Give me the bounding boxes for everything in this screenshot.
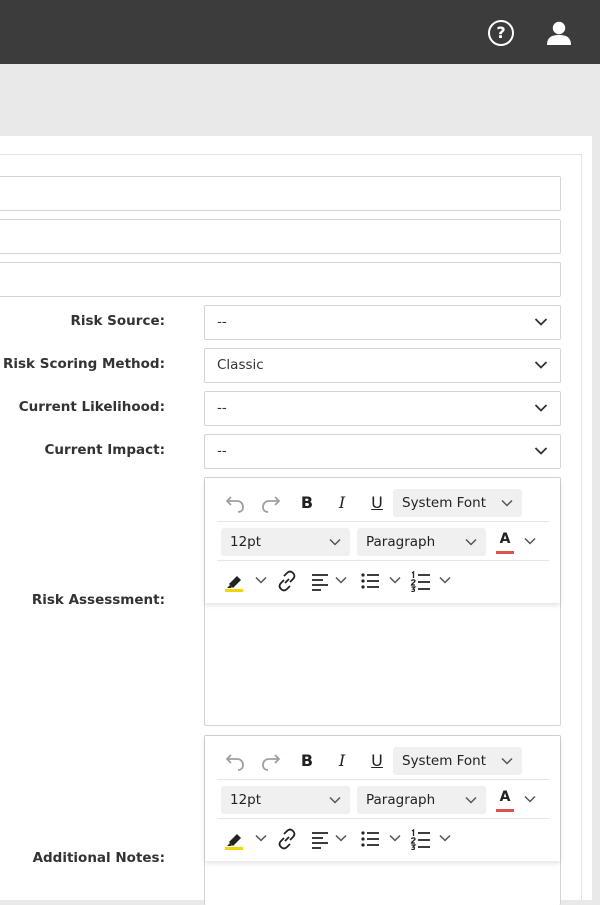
chevron-down-icon[interactable] [389, 576, 401, 584]
font-size-value: 12pt [230, 534, 262, 550]
italic-button[interactable]: I [332, 742, 352, 780]
numbered-list-icon[interactable] [409, 570, 433, 593]
chevron-down-icon [501, 757, 513, 765]
redo-icon[interactable] [259, 750, 283, 772]
chevron-down-icon [534, 404, 548, 412]
chevron-down-icon[interactable] [335, 834, 347, 842]
risk-assessment-editor[interactable]: B I U System Font 12pt Paragraph A [204, 477, 561, 726]
toolbar-row-1: B I U System Font [217, 742, 549, 780]
chevron-down-icon[interactable] [255, 576, 267, 584]
text-color-swatch [496, 551, 514, 554]
redo-icon[interactable] [259, 492, 283, 514]
font-family-value: System Font [402, 495, 487, 511]
additional-notes-label: Additional Notes: [32, 850, 165, 866]
chevron-down-icon[interactable] [524, 537, 536, 545]
chevron-down-icon[interactable] [335, 576, 347, 584]
current-likelihood-value: -- [217, 400, 227, 416]
chevron-down-icon [465, 796, 477, 804]
chevron-down-icon [534, 361, 548, 369]
block-format-value: Paragraph [366, 792, 436, 808]
risk-source-value: -- [217, 314, 227, 330]
top-bar: ? [0, 0, 600, 64]
block-format-select[interactable]: Paragraph [357, 528, 486, 556]
chevron-down-icon [465, 538, 477, 546]
user-icon[interactable] [546, 20, 572, 46]
bold-button[interactable]: B [297, 484, 317, 522]
link-icon[interactable] [275, 828, 299, 850]
toolbar-row-2: 12pt Paragraph A [217, 523, 549, 561]
underline-button[interactable]: U [367, 484, 387, 522]
current-impact-select[interactable]: -- [204, 434, 561, 469]
risk-source-label: Risk Source: [70, 313, 165, 329]
chevron-down-icon[interactable] [255, 834, 267, 842]
italic-button[interactable]: I [332, 484, 352, 522]
editor-toolbar: B I U System Font 12pt Paragraph A [205, 478, 560, 603]
toolbar-row-3 [217, 820, 549, 858]
risk-source-select[interactable]: -- [204, 305, 561, 340]
risk-scoring-method-value: Classic [217, 357, 264, 373]
chevron-down-icon[interactable] [439, 576, 451, 584]
chevron-down-icon[interactable] [439, 834, 451, 842]
current-likelihood-label: Current Likelihood: [18, 399, 165, 415]
text-color-swatch [496, 809, 514, 812]
chevron-down-icon[interactable] [389, 834, 401, 842]
highlight-icon[interactable] [223, 570, 247, 592]
help-icon[interactable]: ? [488, 20, 514, 46]
undo-icon[interactable] [223, 492, 247, 514]
toolbar-row-1: B I U System Font [217, 484, 549, 522]
font-family-value: System Font [402, 753, 487, 769]
text-input-1[interactable] [0, 176, 561, 211]
chevron-down-icon [534, 447, 548, 455]
numbered-list-icon[interactable] [409, 828, 433, 851]
chevron-down-icon [329, 538, 341, 546]
risk-scoring-method-select[interactable]: Classic [204, 348, 561, 383]
font-family-select[interactable]: System Font [393, 489, 522, 517]
font-size-select[interactable]: 12pt [221, 786, 350, 814]
underline-button[interactable]: U [367, 742, 387, 780]
risk-assessment-label: Risk Assessment: [31, 592, 165, 608]
undo-icon[interactable] [223, 750, 247, 772]
block-format-select[interactable]: Paragraph [357, 786, 486, 814]
risk-scoring-method-label: Risk Scoring Method: [3, 356, 165, 372]
form-container: Risk Source: -- Risk Scoring Method: Cla… [0, 154, 582, 905]
form-panel: Risk Source: -- Risk Scoring Method: Cla… [0, 136, 592, 905]
bold-button[interactable]: B [297, 742, 317, 780]
bullet-list-icon[interactable] [359, 828, 383, 850]
toolbar-row-3 [217, 562, 549, 600]
font-family-select[interactable]: System Font [393, 747, 522, 775]
block-format-value: Paragraph [366, 534, 436, 550]
highlight-icon[interactable] [223, 828, 247, 850]
align-left-icon[interactable] [309, 570, 333, 592]
current-likelihood-select[interactable]: -- [204, 391, 561, 426]
text-input-3[interactable] [0, 262, 561, 297]
chevron-down-icon [329, 796, 341, 804]
bullet-list-icon[interactable] [359, 570, 383, 592]
editor-toolbar: B I U System Font 12pt Paragraph A [205, 736, 560, 861]
additional-notes-editor[interactable]: B I U System Font 12pt Paragraph A [204, 735, 561, 905]
chevron-down-icon [501, 499, 513, 507]
link-icon[interactable] [275, 570, 299, 592]
toolbar-row-2: 12pt Paragraph A [217, 781, 549, 819]
current-impact-value: -- [217, 443, 227, 459]
chevron-down-icon[interactable] [524, 795, 536, 803]
current-impact-label: Current Impact: [44, 442, 165, 458]
chevron-down-icon [534, 318, 548, 326]
font-size-value: 12pt [230, 792, 262, 808]
font-size-select[interactable]: 12pt [221, 528, 350, 556]
align-left-icon[interactable] [309, 828, 333, 850]
text-input-2[interactable] [0, 219, 561, 254]
